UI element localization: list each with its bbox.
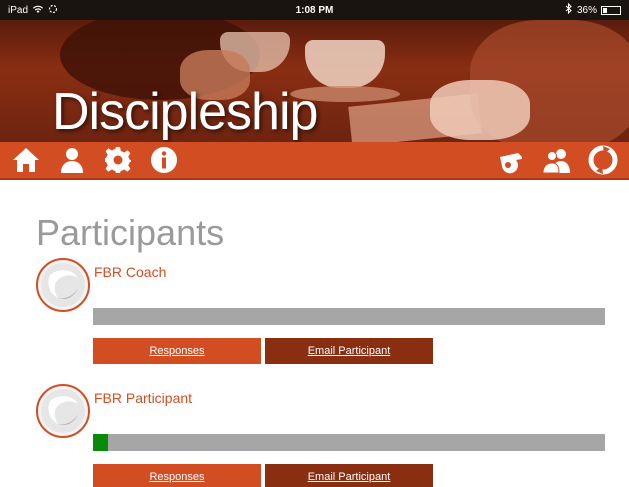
progress-bar bbox=[93, 308, 605, 325]
app-title: Discipleship bbox=[52, 83, 318, 141]
device-label: iPad bbox=[8, 4, 29, 16]
avatar-logo-icon bbox=[41, 389, 85, 433]
gear-icon[interactable] bbox=[102, 144, 134, 176]
avatar bbox=[36, 258, 90, 312]
bluetooth-icon bbox=[565, 2, 573, 17]
nav-left-group bbox=[10, 144, 180, 176]
email-participant-button[interactable]: Email Participant bbox=[265, 338, 433, 364]
battery-icon bbox=[601, 5, 621, 15]
email-participant-button[interactable]: Email Participant bbox=[265, 464, 433, 487]
responses-button[interactable]: Responses bbox=[93, 338, 261, 364]
home-icon[interactable] bbox=[10, 144, 42, 176]
nav-bar bbox=[0, 142, 629, 180]
hero-photo-cup bbox=[305, 40, 385, 88]
group-icon[interactable] bbox=[541, 144, 573, 176]
participant-name: FBR Coach bbox=[94, 264, 167, 280]
info-icon[interactable] bbox=[148, 144, 180, 176]
hero-banner: Discipleship bbox=[0, 20, 629, 142]
page-title: Participants bbox=[36, 212, 225, 253]
user-icon[interactable] bbox=[56, 144, 88, 176]
battery-level bbox=[603, 7, 608, 13]
avatar bbox=[36, 384, 90, 438]
battery-percent: 36% bbox=[576, 4, 597, 16]
status-bar: iPad 1:08 PM 36% bbox=[0, 0, 629, 20]
progress-bar bbox=[93, 434, 605, 451]
status-right: 36% bbox=[421, 2, 621, 17]
wifi-icon bbox=[32, 4, 44, 17]
progress-fill bbox=[93, 434, 109, 451]
status-left: iPad bbox=[8, 4, 208, 17]
avatar-logo-icon bbox=[41, 263, 85, 307]
whistle-icon[interactable] bbox=[495, 144, 527, 176]
hero-photo-hand bbox=[430, 80, 530, 140]
refresh-icon[interactable] bbox=[587, 144, 619, 176]
status-time: 1:08 PM bbox=[295, 4, 334, 16]
responses-button[interactable]: Responses bbox=[93, 464, 261, 487]
participant-name: FBR Participant bbox=[94, 390, 193, 406]
activity-icon bbox=[48, 4, 58, 17]
nav-right-group bbox=[495, 144, 619, 176]
